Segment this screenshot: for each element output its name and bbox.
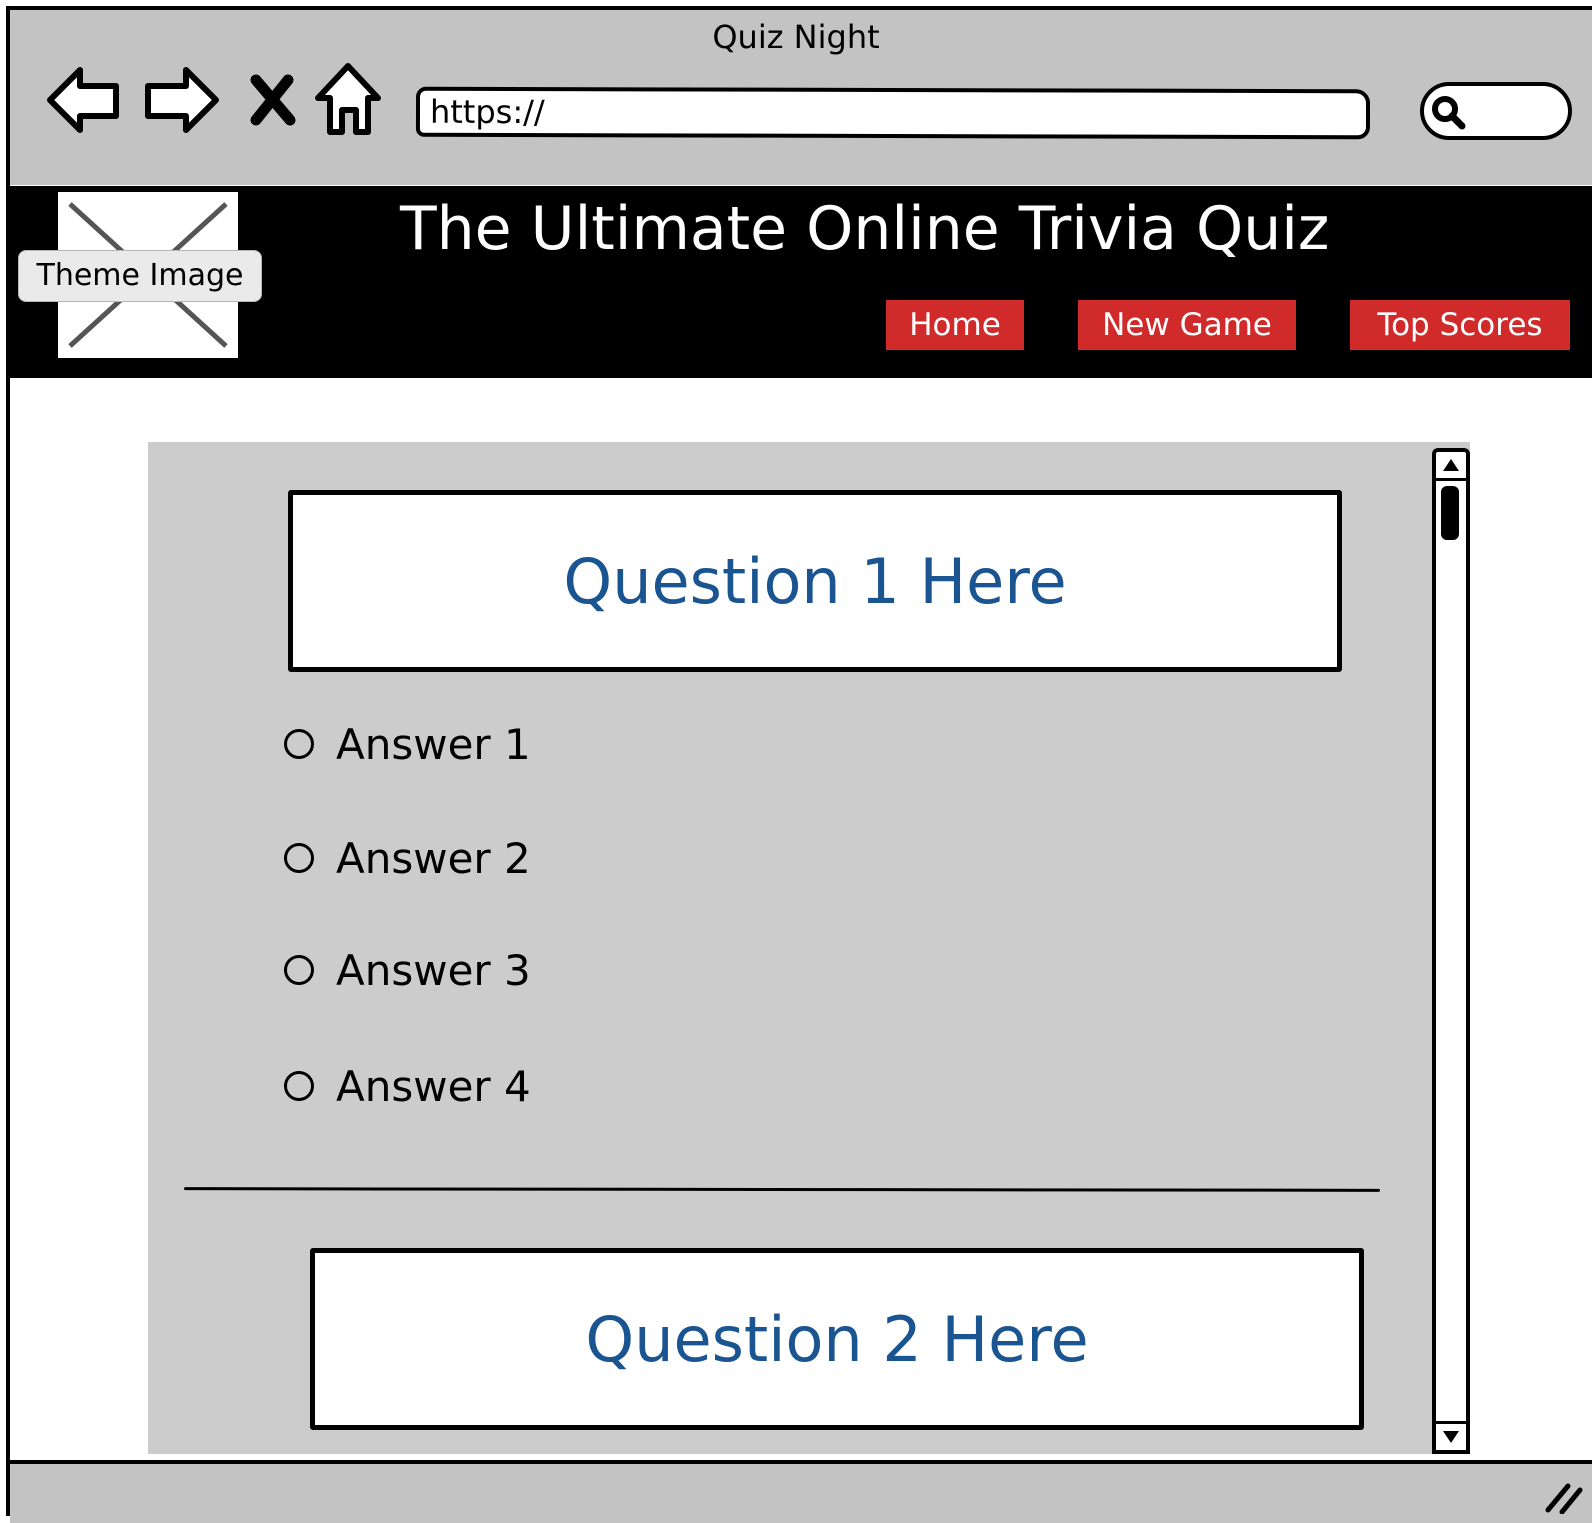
back-arrow-icon[interactable] — [44, 62, 122, 138]
theme-image-label: Theme Image — [18, 250, 262, 302]
site-title: The Ultimate Online Trivia Quiz — [400, 194, 1330, 264]
browser-search-field[interactable] — [1420, 82, 1572, 140]
answer-option-4[interactable]: Answer 4 — [284, 1056, 531, 1116]
answer-label: Answer 3 — [336, 945, 531, 995]
search-icon — [1432, 96, 1466, 130]
radio-button[interactable] — [284, 729, 314, 759]
answer-option-3[interactable]: Answer 3 — [284, 940, 531, 1000]
home-icon[interactable] — [314, 62, 382, 138]
nav-home-button[interactable]: Home — [886, 300, 1024, 350]
site-header: Theme Image The Ultimate Online Trivia Q… — [10, 186, 1592, 378]
scroll-up-arrow-icon[interactable] — [1436, 452, 1466, 481]
nav-top-scores-button[interactable]: Top Scores — [1350, 300, 1570, 350]
radio-button[interactable] — [284, 843, 314, 873]
question-divider — [183, 1187, 1381, 1192]
window-title: Quiz Night — [712, 18, 880, 56]
scrollbar-thumb[interactable] — [1441, 486, 1459, 540]
stop-icon[interactable] — [248, 74, 298, 126]
status-bar — [10, 1460, 1592, 1523]
radio-button[interactable] — [284, 955, 314, 985]
vertical-scrollbar[interactable] — [1432, 448, 1470, 1454]
resize-grip-icon[interactable] — [1544, 1478, 1584, 1514]
answer-label: Answer 1 — [336, 719, 531, 769]
answer-label: Answer 4 — [336, 1061, 531, 1111]
radio-button[interactable] — [284, 1071, 314, 1101]
nav-new-game-button[interactable]: New Game — [1078, 300, 1296, 350]
answer-option-1[interactable]: Answer 1 — [284, 714, 531, 774]
quiz-panel: Question 1 Here Answer 1 Answer 2 Answer… — [148, 442, 1470, 1454]
address-bar[interactable]: https:// — [415, 86, 1371, 140]
question-1-box: Question 1 Here — [288, 490, 1342, 672]
url-text: https:// — [429, 92, 545, 132]
scroll-down-arrow-icon[interactable] — [1436, 1421, 1466, 1450]
answer-label: Answer 2 — [336, 833, 531, 883]
forward-arrow-icon[interactable] — [142, 62, 222, 138]
answer-option-2[interactable]: Answer 2 — [284, 828, 531, 888]
question-2-box: Question 2 Here — [310, 1248, 1364, 1430]
